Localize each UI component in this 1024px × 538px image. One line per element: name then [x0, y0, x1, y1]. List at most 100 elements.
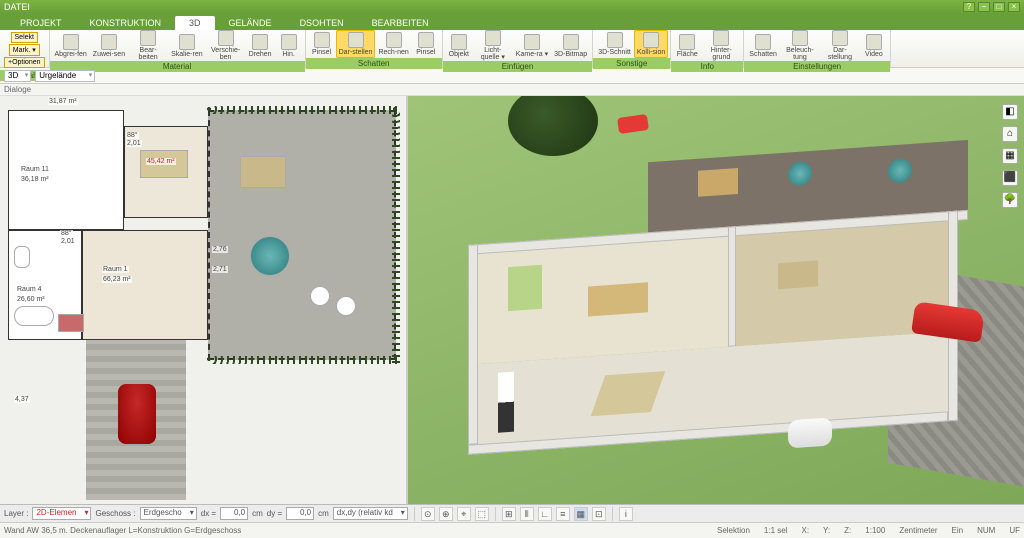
sofa-3d[interactable] [508, 265, 542, 311]
ribbon-group-auswahl: Selekt Mark. ▾ +Optionen Auswahl [0, 30, 50, 67]
drehen-icon [252, 34, 268, 50]
ribbon-dar2-button[interactable]: Dar-stellung [820, 30, 860, 61]
geschoss-label: Geschoss : [95, 509, 135, 518]
close-icon[interactable]: × [1008, 2, 1020, 12]
ribbon-licht-button[interactable]: Licht-quelle ▾ [473, 30, 513, 61]
tab-konstruktion[interactable]: KONSTRUKTION [76, 16, 176, 30]
ribbon-pinsel2-button[interactable]: Pinsel [412, 32, 440, 56]
snap-icon[interactable]: ∟ [538, 507, 552, 521]
tool-icon[interactable]: ⊙ [421, 507, 435, 521]
ribbon-beleuch-button[interactable]: Beleuch-tung [780, 30, 820, 61]
ribbon-schatten2-button[interactable]: Schatten [746, 34, 780, 58]
mark-dropdown[interactable]: Mark. ▾ [9, 44, 40, 56]
info-icon[interactable]: i [619, 507, 633, 521]
relative-combo[interactable]: dx,dy (relativ kd [333, 507, 408, 520]
ribbon-video-button[interactable]: Video [860, 34, 888, 58]
plants-icon[interactable]: 🌳 [1002, 192, 1018, 208]
umbrella[interactable] [250, 236, 290, 276]
ribbon-skalie-button[interactable]: Skalie-ren [168, 34, 206, 58]
materials-icon[interactable]: ▦ [1002, 148, 1018, 164]
dy-input[interactable]: 0,0 [286, 507, 314, 520]
bathtub[interactable] [14, 306, 54, 326]
ribbon-group-sonstige: 3D-SchnittKolli-sion Sonstige [593, 30, 671, 67]
selekt-button[interactable]: Selekt [11, 32, 38, 43]
bear-icon [140, 30, 156, 46]
ribbon-abgrei-button[interactable]: Abgrei-fen [52, 34, 90, 58]
stairs-3d[interactable] [498, 372, 514, 433]
tab-dsohten[interactable]: DSOHTEN [286, 16, 358, 30]
tool-icon[interactable]: ⌖ [457, 507, 471, 521]
patio-chair[interactable] [310, 286, 330, 306]
furniture-icon[interactable]: ⌂ [1002, 126, 1018, 142]
patio-table-3d[interactable] [698, 168, 738, 197]
maximize-icon[interactable]: □ [993, 2, 1005, 12]
dx-input[interactable]: 0,0 [220, 507, 248, 520]
ribbon-drehen-button[interactable]: Drehen [246, 34, 275, 58]
ribbon-kolli-button[interactable]: Kolli-sion [634, 30, 668, 58]
ribbon-rech-button[interactable]: Rech-nen [375, 32, 411, 56]
ribbon-item-label: Hinter-grund [704, 47, 738, 61]
snap-icon[interactable]: ⊞ [502, 507, 516, 521]
ribbon-hin-button[interactable]: Hin. [275, 34, 303, 58]
table-3d[interactable] [588, 282, 648, 316]
minimize-icon[interactable]: − [978, 2, 990, 12]
snap-icon[interactable]: ⊡ [592, 507, 606, 521]
menu-file[interactable]: DATEI [4, 2, 30, 12]
unit-label: cm [252, 509, 263, 518]
status-bar: Wand AW 36,5 m. Deckenauflager L=Konstru… [0, 522, 1024, 538]
room-area: 66,23 m² [102, 276, 132, 283]
ribbon-zuwei-button[interactable]: Zuwei-sen [90, 34, 128, 58]
tab-bearbeiten[interactable]: BEARBEITEN [358, 16, 443, 30]
ribbon-tabs: PROJEKT KONSTRUKTION 3D GELÄNDE DSOHTEN … [0, 14, 1024, 30]
ribbon-pinsel-button[interactable]: Pinsel [308, 32, 336, 56]
workspace: 31,87 m² Raum 11 36,18 m² 45,42 m² Raum … [0, 96, 1024, 504]
ribbon-item-label: Verschie-ben [209, 47, 243, 61]
group-label: Einfügen [443, 61, 592, 72]
car-white[interactable] [788, 417, 832, 448]
view-mode-combo[interactable]: 3D [4, 70, 31, 82]
ribbon-hinter-button[interactable]: Hinter-grund [701, 30, 741, 61]
viewport-3d[interactable]: ◧ ⌂ ▦ ⬛ 🌳 [408, 96, 1024, 504]
scale-value: 1:100 [865, 526, 885, 535]
hedge [206, 356, 400, 364]
patio-table[interactable] [240, 156, 286, 188]
geschoss-combo[interactable]: Erdgescho [140, 507, 197, 520]
ribbon-bitmap-button[interactable]: 3D-Bitmap [551, 34, 590, 58]
dimension: 2,76 [212, 246, 228, 253]
car-2d[interactable] [118, 384, 156, 444]
desk-3d[interactable] [778, 260, 818, 289]
help-icon[interactable]: ? [963, 2, 975, 12]
tab-projekt[interactable]: PROJEKT [6, 16, 76, 30]
selection-value: 1:1 sel [764, 526, 788, 535]
patio-chair[interactable] [336, 296, 356, 316]
view-subject-combo[interactable]: Urgelände [35, 70, 95, 82]
ribbon-dar-button[interactable]: Dar-stellen [336, 30, 376, 58]
viewport-2d[interactable]: 31,87 m² Raum 11 36,18 m² 45,42 m² Raum … [0, 96, 408, 504]
ribbon-flache-button[interactable]: Fläche [673, 34, 701, 58]
sofa[interactable] [58, 314, 84, 332]
snap-icon[interactable]: ≡ [556, 507, 570, 521]
tab-3d[interactable]: 3D [175, 16, 215, 30]
dialoge-label: Dialoge [0, 84, 1024, 96]
tool-icon[interactable]: ⊕ [439, 507, 453, 521]
toilet[interactable] [14, 246, 30, 268]
tab-gelaende[interactable]: GELÄNDE [215, 16, 286, 30]
coord-x: X: [801, 526, 809, 535]
color-icon[interactable]: ⬛ [1002, 170, 1018, 186]
terrace[interactable] [208, 110, 396, 360]
ribbon-kame-button[interactable]: Kame-ra ▾ [513, 34, 551, 58]
ribbon-verschie-button[interactable]: Verschie-ben [206, 30, 246, 61]
snap-icon[interactable]: ▦ [574, 507, 588, 521]
layers-icon[interactable]: ◧ [1002, 104, 1018, 120]
ribbon-item-label: Pinsel [416, 49, 435, 56]
title-bar: DATEI ? − □ × [0, 0, 1024, 14]
tool-icon[interactable]: ⬚ [475, 507, 489, 521]
ribbon-objekt-button[interactable]: Objekt [445, 34, 473, 58]
area-label: 31,87 m² [48, 98, 78, 105]
ribbon-schnitt-button[interactable]: 3D-Schnitt [595, 32, 634, 56]
snap-icon[interactable]: ⫴ [520, 507, 534, 521]
layer-combo[interactable]: 2D-Elemen [32, 507, 91, 520]
ribbon-bear-button[interactable]: Bear-beiten [128, 30, 168, 61]
optionen-button[interactable]: +Optionen [4, 57, 45, 68]
room-1[interactable] [82, 230, 208, 340]
